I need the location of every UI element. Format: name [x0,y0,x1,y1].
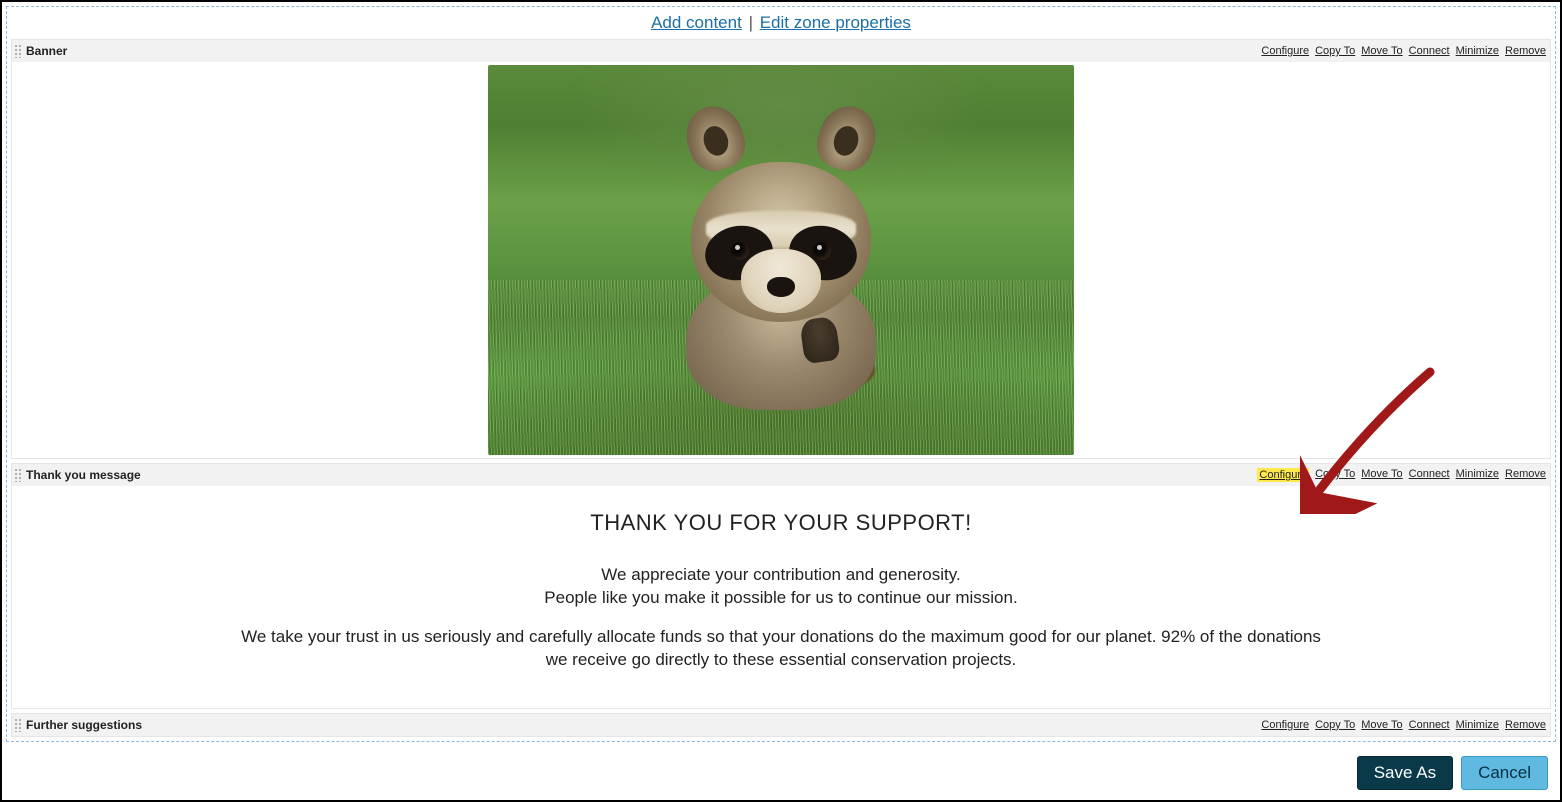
thankyou-widget: Thank you message Configure Copy To Move… [11,463,1551,709]
banner-moveto-link[interactable]: Move To [1361,45,1402,57]
thankyou-minimize-link[interactable]: Minimize [1456,468,1499,482]
thankyou-widget-actions: Configure Copy To Move To Connect Minimi… [1257,468,1546,482]
thankyou-widget-title: Thank you message [26,468,141,482]
banner-copyto-link[interactable]: Copy To [1315,45,1355,57]
edit-zone-properties-link[interactable]: Edit zone properties [760,13,911,32]
thankyou-widget-header: Thank you message Configure Copy To Move… [12,464,1550,486]
further-widget: Further suggestions Configure Copy To Mo… [11,713,1551,737]
further-widget-title: Further suggestions [26,718,142,732]
further-connect-link[interactable]: Connect [1409,719,1450,731]
banner-widget: Banner Configure Copy To Move To Connect… [11,39,1551,459]
further-minimize-link[interactable]: Minimize [1456,719,1499,731]
drag-handle-icon[interactable] [14,44,22,58]
banner-widget-actions: Configure Copy To Move To Connect Minimi… [1261,45,1546,57]
thankyou-heading: THANK YOU FOR YOUR SUPPORT! [52,510,1510,536]
cancel-button[interactable]: Cancel [1461,756,1548,790]
save-as-button[interactable]: Save As [1357,756,1453,790]
further-remove-link[interactable]: Remove [1505,719,1546,731]
thankyou-line3: We take your trust in us seriously and c… [52,626,1510,649]
further-configure-link[interactable]: Configure [1261,719,1309,731]
further-copyto-link[interactable]: Copy To [1315,719,1355,731]
banner-configure-link[interactable]: Configure [1261,45,1309,57]
thankyou-configure-link[interactable]: Configure [1257,468,1309,482]
thankyou-line2: People like you make it possible for us … [52,587,1510,610]
thankyou-copyto-link[interactable]: Copy To [1315,468,1355,482]
add-content-link[interactable]: Add content [651,13,742,32]
banner-connect-link[interactable]: Connect [1409,45,1450,57]
separator: | [749,13,753,32]
further-moveto-link[interactable]: Move To [1361,719,1402,731]
thankyou-remove-link[interactable]: Remove [1505,468,1546,482]
zone-header: Add content | Edit zone properties [11,11,1551,39]
further-widget-header: Further suggestions Configure Copy To Mo… [12,714,1550,736]
thankyou-line4: we receive go directly to these essentia… [52,649,1510,672]
banner-remove-link[interactable]: Remove [1505,45,1546,57]
thankyou-connect-link[interactable]: Connect [1409,468,1450,482]
thankyou-body: THANK YOU FOR YOUR SUPPORT! We appreciat… [12,486,1550,708]
banner-image [488,65,1074,455]
banner-body [12,62,1550,458]
thankyou-moveto-link[interactable]: Move To [1361,468,1402,482]
banner-widget-title: Banner [26,44,67,58]
bottom-button-bar: Save As Cancel [1357,756,1548,790]
drag-handle-icon[interactable] [14,718,22,732]
banner-minimize-link[interactable]: Minimize [1456,45,1499,57]
editable-zone: Add content | Edit zone properties Banne… [6,6,1556,742]
drag-handle-icon[interactable] [14,468,22,482]
banner-widget-header: Banner Configure Copy To Move To Connect… [12,40,1550,62]
thankyou-line1: We appreciate your contribution and gene… [52,564,1510,587]
further-widget-actions: Configure Copy To Move To Connect Minimi… [1261,719,1546,731]
